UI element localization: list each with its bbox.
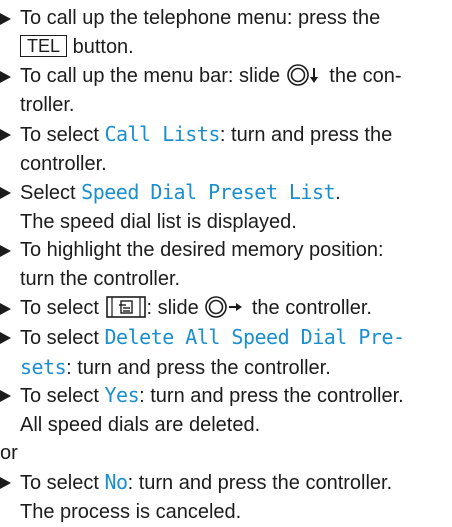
menu-item-delete-all-speed-dial-presets: Delete All Speed Dial Pre- xyxy=(104,325,405,349)
bullet-arrow-icon xyxy=(0,245,11,257)
menu-item-no: No xyxy=(104,470,128,494)
bullet-arrow-icon xyxy=(0,477,11,489)
bullet-arrow-icon xyxy=(0,71,11,83)
step-text-line: To select xyxy=(20,327,105,349)
step-text-line: the con- xyxy=(329,65,402,87)
step-text-line: To call up the telephone menu: press the xyxy=(20,7,381,29)
controller-slide-down-icon xyxy=(286,64,318,86)
step-text-line: To call up the menu bar: slide xyxy=(20,65,281,87)
step-text: To call up the menu bar: slide the con- … xyxy=(20,62,452,120)
step-text-line: : turn and press the xyxy=(219,124,393,146)
menu-item-call-lists: Call Lists xyxy=(104,122,220,146)
step-select-speed-dial-list: Select Speed Dial Preset List. The speed… xyxy=(0,178,452,237)
step-text: To select No: turn and press the control… xyxy=(20,468,452,527)
bullet-arrow-icon xyxy=(0,129,11,141)
menu-item-delete-all-speed-dial-presets-cont: sets xyxy=(20,355,67,379)
bullet-arrow-icon xyxy=(0,13,11,25)
step-result-line: The speed dial list is displayed. xyxy=(20,211,297,233)
step-text-line: To select xyxy=(20,124,105,146)
controller-slide-right-icon xyxy=(205,296,243,318)
step-text-line: the controller. xyxy=(251,297,372,319)
step-text-line: : turn and press the controller. xyxy=(127,472,393,494)
step-text-line: : turn and press the controller. xyxy=(139,385,404,407)
step-text-line: . xyxy=(335,182,341,204)
menu-item-speed-dial-preset-list: Speed Dial Preset List xyxy=(81,180,336,204)
menu-item-yes: Yes xyxy=(104,383,140,407)
step-text: To select Delete All Speed Dial Pre- set… xyxy=(20,323,452,383)
step-text: To select Call Lists: turn and press the… xyxy=(20,120,452,179)
step-call-menu-bar: To call up the menu bar: slide the con- … xyxy=(0,62,452,120)
step-text-line: troller. xyxy=(20,94,75,116)
step-text: To highlight the desired memory position… xyxy=(20,236,452,294)
step-select-no: To select No: turn and press the control… xyxy=(0,468,452,527)
or-separator: or xyxy=(0,442,18,464)
step-text-line: button. xyxy=(72,36,134,58)
bullet-arrow-icon xyxy=(0,390,11,402)
step-text-line: : slide xyxy=(146,297,199,319)
step-result-line: The process is canceled. xyxy=(20,501,242,523)
step-text-line: To select xyxy=(20,472,105,494)
step-text-line: controller. xyxy=(20,153,107,175)
step-result-line: All speed dials are deleted. xyxy=(20,414,261,436)
options-key-icon xyxy=(105,296,146,318)
bullet-arrow-icon xyxy=(0,332,11,344)
step-text-line: : turn and press the controller. xyxy=(66,357,331,379)
bullet-arrow-icon xyxy=(0,303,11,315)
step-text: To select Yes: turn and press the contro… xyxy=(20,381,452,440)
step-highlight-memory-position: To highlight the desired memory position… xyxy=(0,236,452,294)
step-select-yes: To select Yes: turn and press the contro… xyxy=(0,381,452,440)
bullet-arrow-icon xyxy=(0,187,11,199)
step-text: To select : slide the controller. xyxy=(20,294,452,323)
step-call-telephone-menu: To call up the telephone menu: press the… xyxy=(0,4,452,62)
step-text-line: To select xyxy=(20,297,99,319)
step-text-line: To select xyxy=(20,385,105,407)
tel-button-label: TEL xyxy=(20,35,68,57)
step-select-options: To select : slide the controller. xyxy=(0,294,452,323)
step-select-delete-all: To select Delete All Speed Dial Pre- set… xyxy=(0,323,452,383)
step-text: To call up the telephone menu: press the… xyxy=(20,4,452,62)
step-text: Select Speed Dial Preset List. The speed… xyxy=(20,178,452,237)
step-text-line: To highlight the desired memory position… xyxy=(20,239,384,261)
step-select-call-lists: To select Call Lists: turn and press the… xyxy=(0,120,452,179)
step-text-line: turn the controller. xyxy=(20,268,181,290)
step-text-line: Select xyxy=(20,182,82,204)
